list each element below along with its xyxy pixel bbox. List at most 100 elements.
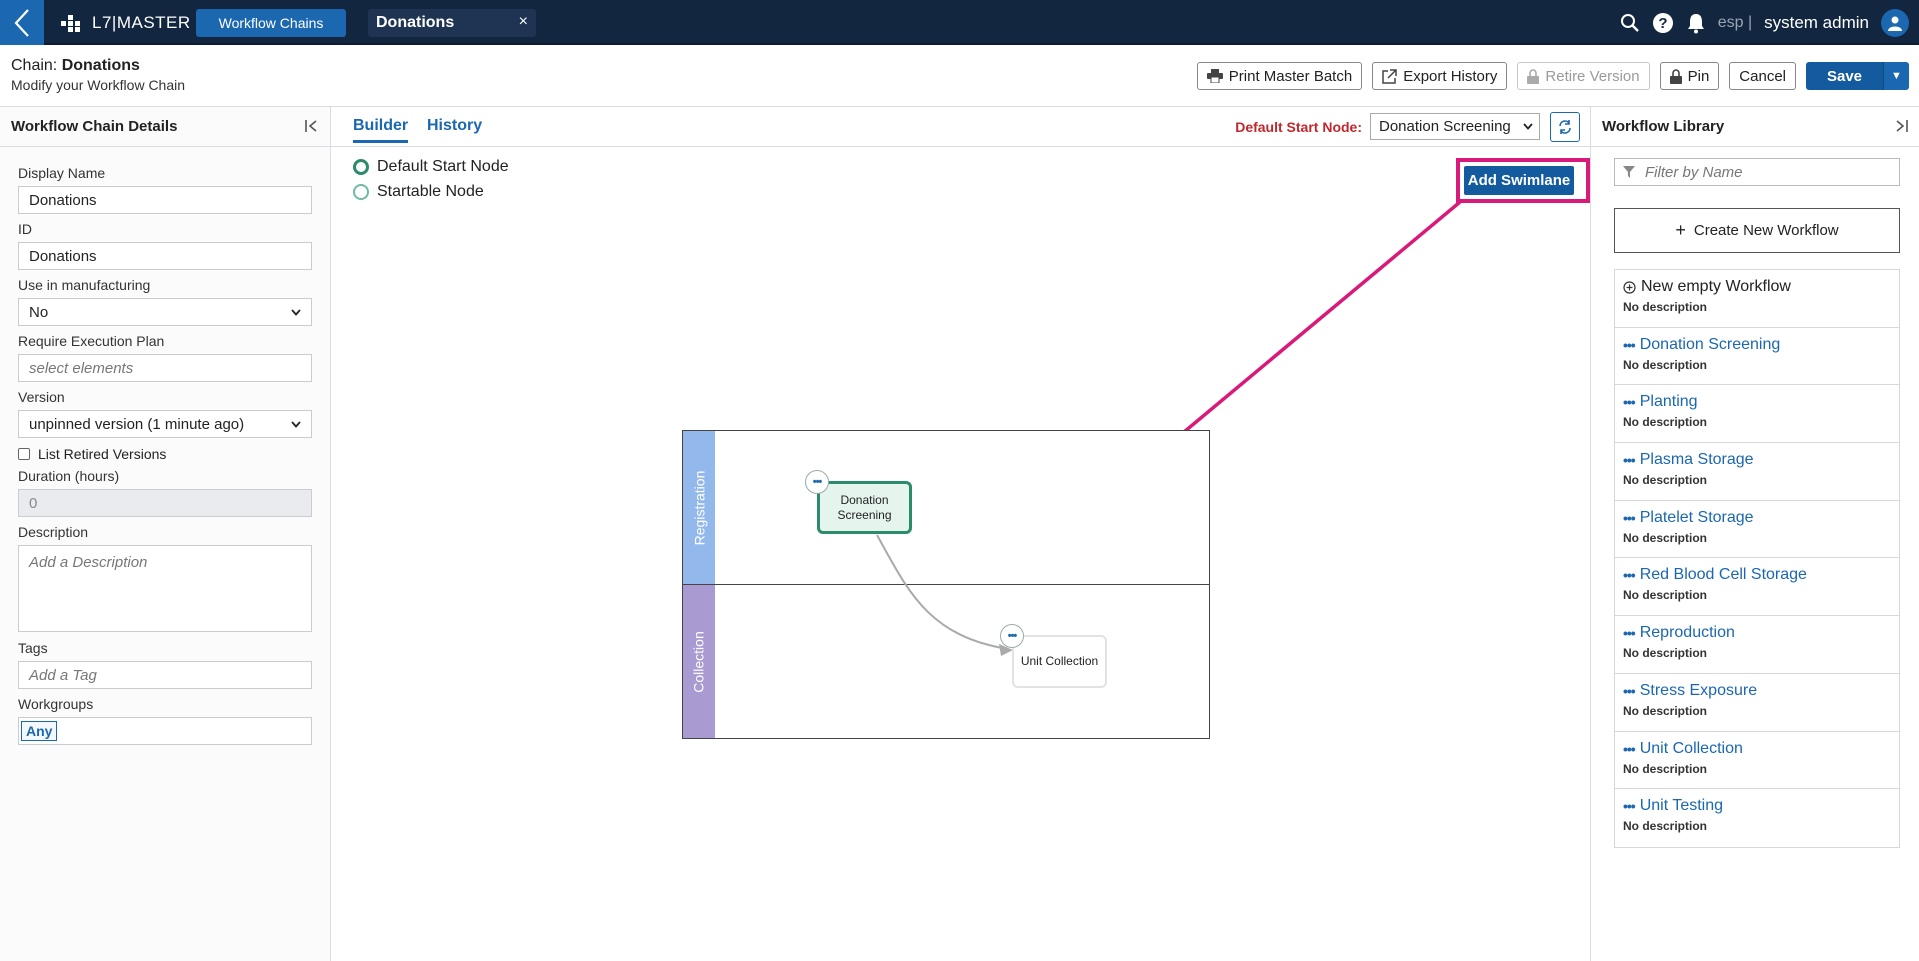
list-item-title: ••• Donation Screening bbox=[1623, 336, 1891, 354]
list-item-label: Planting bbox=[1639, 393, 1698, 411]
more-icon[interactable]: ••• bbox=[1623, 625, 1636, 641]
page-header: Chain: Donations Modify your Workflow Ch… bbox=[0, 47, 1919, 107]
filter-input[interactable]: Filter by Name bbox=[1614, 158, 1900, 186]
swimlane-diagram[interactable]: Registration Collection Donation Screeni… bbox=[682, 430, 1210, 739]
list-item[interactable]: ••• Stress Exposure No description bbox=[1615, 674, 1899, 732]
version-value: unpinned version (1 minute ago) bbox=[29, 415, 245, 433]
help-icon[interactable]: ? bbox=[1652, 12, 1674, 34]
node-label: Unit Collection bbox=[1020, 654, 1099, 668]
list-item[interactable]: ••• Donation Screening No description bbox=[1615, 328, 1899, 386]
more-icon[interactable]: ••• bbox=[1623, 798, 1636, 814]
retire-label: Retire Version bbox=[1545, 67, 1640, 85]
list-item-description: No description bbox=[1623, 415, 1708, 430]
list-item[interactable]: ••• Plasma Storage No description bbox=[1615, 443, 1899, 501]
list-item-description: No description bbox=[1623, 473, 1708, 488]
list-retired-checkbox[interactable] bbox=[18, 448, 30, 460]
chevron-left-icon bbox=[14, 8, 29, 37]
pin-button[interactable]: Pin bbox=[1659, 62, 1720, 90]
app-logo-icon bbox=[61, 14, 80, 32]
list-item-label: Platelet Storage bbox=[1639, 508, 1754, 526]
avatar[interactable] bbox=[1881, 8, 1909, 37]
language-switch[interactable]: esp | bbox=[1718, 14, 1752, 32]
tab-donations[interactable]: Donations × bbox=[368, 9, 536, 37]
workflow-node-donation-screening[interactable]: Donation Screening bbox=[817, 481, 912, 534]
list-item-description: No description bbox=[1623, 300, 1708, 314]
list-item[interactable]: New empty Workflow No description bbox=[1615, 270, 1899, 328]
list-item[interactable]: ••• Red Blood Cell Storage No description bbox=[1615, 558, 1899, 617]
description-textarea[interactable]: Add a Description bbox=[18, 545, 312, 632]
more-icon[interactable]: ••• bbox=[1623, 683, 1636, 699]
id-input[interactable]: Donations bbox=[18, 242, 312, 270]
bell-icon[interactable] bbox=[1686, 12, 1706, 34]
print-label: Print Master Batch bbox=[1228, 67, 1353, 85]
close-icon[interactable]: × bbox=[519, 13, 528, 31]
node-menu-button[interactable]: ••• bbox=[805, 470, 829, 494]
list-item-title: ••• Platelet Storage bbox=[1623, 509, 1891, 527]
more-icon[interactable]: ••• bbox=[1623, 337, 1636, 353]
list-item-label: Reproduction bbox=[1639, 624, 1735, 642]
tags-input[interactable]: Add a Tag bbox=[18, 661, 312, 689]
execution-plan-label: Require Execution Plan bbox=[18, 333, 165, 349]
create-new-workflow-label: Create New Workflow bbox=[1693, 222, 1839, 239]
list-item-title: New empty Workflow bbox=[1623, 278, 1891, 296]
list-item-label: Red Blood Cell Storage bbox=[1639, 566, 1807, 584]
list-item[interactable]: ••• Unit Collection No description bbox=[1615, 732, 1899, 790]
node-menu-button[interactable]: ••• bbox=[1000, 624, 1024, 648]
more-icon[interactable]: ••• bbox=[1623, 452, 1636, 468]
back-button[interactable] bbox=[0, 0, 44, 45]
more-icon[interactable]: ••• bbox=[1623, 510, 1636, 526]
page-title: Chain: Donations bbox=[11, 57, 140, 75]
lock-icon bbox=[1669, 68, 1682, 84]
list-item-description: No description bbox=[1623, 588, 1708, 603]
save-options-button[interactable]: ▼ bbox=[1883, 62, 1909, 90]
panel-title: Workflow Chain Details bbox=[11, 118, 178, 135]
display-name-input[interactable]: Donations bbox=[18, 186, 312, 214]
display-name-label: Display Name bbox=[18, 165, 106, 181]
cancel-button[interactable]: Cancel bbox=[1729, 62, 1796, 90]
details-form: Display Name Donations ID Donations Use … bbox=[0, 147, 330, 753]
filter-icon bbox=[1623, 166, 1635, 178]
list-item-label: Stress Exposure bbox=[1639, 681, 1758, 699]
user-icon bbox=[1888, 16, 1902, 31]
brand-name: L7|MASTER bbox=[92, 12, 191, 32]
workflow-node-unit-collection[interactable]: Unit Collection bbox=[1012, 635, 1107, 688]
create-new-workflow-button[interactable]: + Create New Workflow bbox=[1614, 208, 1900, 253]
list-item-description: No description bbox=[1623, 357, 1708, 372]
list-item[interactable]: ••• Planting No description bbox=[1615, 385, 1899, 444]
list-item-label: Unit Testing bbox=[1639, 797, 1724, 815]
collapse-right-icon[interactable] bbox=[1893, 119, 1909, 133]
print-master-batch-button[interactable]: Print Master Batch bbox=[1196, 62, 1363, 90]
manufacturing-select[interactable]: No bbox=[18, 298, 312, 326]
duration-input[interactable]: 0 bbox=[18, 489, 312, 517]
version-select[interactable]: unpinned version (1 minute ago) bbox=[18, 410, 312, 438]
export-history-button[interactable]: Export History bbox=[1372, 62, 1508, 90]
more-icon[interactable]: ••• bbox=[1623, 567, 1636, 583]
workgroup-chip[interactable]: Any bbox=[21, 721, 58, 741]
search-icon[interactable] bbox=[1620, 13, 1640, 33]
list-item-title: ••• Reproduction bbox=[1623, 624, 1891, 642]
export-label: Export History bbox=[1403, 67, 1498, 85]
description-label: Description bbox=[18, 524, 89, 540]
lock-icon bbox=[1527, 68, 1540, 84]
svg-text:?: ? bbox=[1658, 15, 1667, 32]
workgroups-input[interactable]: Any bbox=[18, 717, 312, 745]
save-button[interactable]: Save bbox=[1806, 62, 1883, 90]
more-icon[interactable]: ••• bbox=[1623, 741, 1636, 757]
filter-placeholder: Filter by Name bbox=[1645, 163, 1743, 181]
user-name[interactable]: system admin bbox=[1764, 13, 1869, 33]
retire-version-button[interactable]: Retire Version bbox=[1517, 62, 1650, 90]
list-item[interactable]: ••• Platelet Storage No description bbox=[1615, 501, 1899, 559]
collapse-left-icon[interactable] bbox=[304, 119, 320, 133]
app-brand[interactable]: L7|MASTER bbox=[60, 0, 191, 45]
header-actions: Print Master Batch Export History Retire… bbox=[1196, 62, 1909, 90]
list-item[interactable]: ••• Reproduction No description bbox=[1615, 616, 1899, 674]
list-item-label: New empty Workflow bbox=[1641, 278, 1791, 295]
list-item[interactable]: ••• Unit Testing No description bbox=[1615, 789, 1899, 847]
list-item-label: Donation Screening bbox=[1639, 335, 1781, 353]
pin-label: Pin bbox=[1687, 67, 1710, 85]
execution-plan-input[interactable]: select elements bbox=[18, 354, 312, 382]
id-label: ID bbox=[18, 221, 32, 237]
tab-workflow-chains[interactable]: Workflow Chains bbox=[196, 9, 346, 37]
list-item-description: No description bbox=[1623, 703, 1708, 718]
more-icon[interactable]: ••• bbox=[1623, 394, 1636, 410]
